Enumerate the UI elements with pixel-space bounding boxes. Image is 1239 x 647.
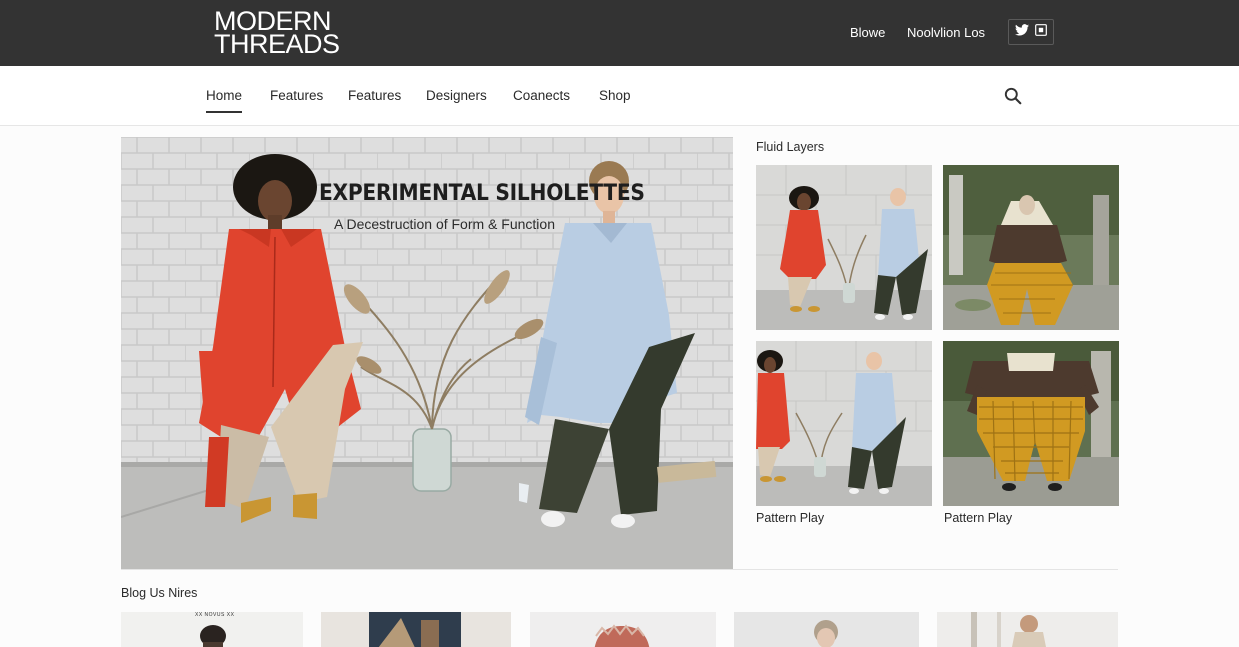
blog-card-1[interactable]: XX NOVUS XX bbox=[121, 612, 303, 647]
caption-pattern-play-2[interactable]: Pattern Play bbox=[944, 511, 1012, 525]
twitter-icon[interactable] bbox=[1015, 23, 1029, 41]
thumb-pattern-2[interactable] bbox=[943, 341, 1119, 506]
nav-features-2[interactable]: Features bbox=[348, 88, 401, 111]
nav-coanects[interactable]: Coanects bbox=[513, 88, 570, 111]
thumb-fluid-2[interactable] bbox=[943, 165, 1119, 330]
top-bar: MODERN THREADS Blowe Noolvlion Los bbox=[0, 0, 1239, 66]
nav-features[interactable]: Features bbox=[270, 88, 323, 111]
nav-designers[interactable]: Designers bbox=[426, 88, 487, 111]
main-nav: Home Features Features Designers Coanect… bbox=[0, 66, 1239, 126]
nav-home[interactable]: Home bbox=[206, 88, 243, 113]
blog-card-5[interactable] bbox=[937, 612, 1118, 647]
top-link-1[interactable]: Blowe bbox=[850, 25, 885, 40]
thumb-fluid-1[interactable] bbox=[756, 165, 932, 330]
hero-banner[interactable]: EXPERIMENTAL SILHOLETTES A Decestruction… bbox=[121, 137, 733, 569]
section-divider bbox=[121, 569, 1118, 570]
blog-card-2[interactable] bbox=[321, 612, 511, 647]
search-icon[interactable] bbox=[1004, 87, 1022, 105]
instagram-icon[interactable] bbox=[1035, 23, 1047, 41]
caption-pattern-play-1[interactable]: Pattern Play bbox=[756, 511, 824, 525]
hero-subtitle: A Decestruction of Form & Function bbox=[334, 216, 555, 232]
top-link-2[interactable]: Noolvlion Los bbox=[907, 25, 985, 40]
brand-logo[interactable]: MODERN THREADS bbox=[214, 8, 340, 59]
nav-shop[interactable]: Shop bbox=[599, 88, 631, 111]
thumb-pattern-1[interactable] bbox=[756, 341, 932, 506]
blog-section-title: Blog Us Nires bbox=[121, 586, 198, 600]
blog-card-4[interactable] bbox=[734, 612, 919, 647]
brand-line-2: THREADS bbox=[214, 29, 340, 59]
side-section-title: Fluid Layers bbox=[756, 140, 825, 154]
hero-title: EXPERIMENTAL SILHOLETTES bbox=[319, 181, 645, 206]
blog-card-3[interactable] bbox=[530, 612, 716, 647]
blog-card-1-tiny-text: XX NOVUS XX bbox=[195, 612, 235, 618]
social-links bbox=[1008, 19, 1054, 45]
